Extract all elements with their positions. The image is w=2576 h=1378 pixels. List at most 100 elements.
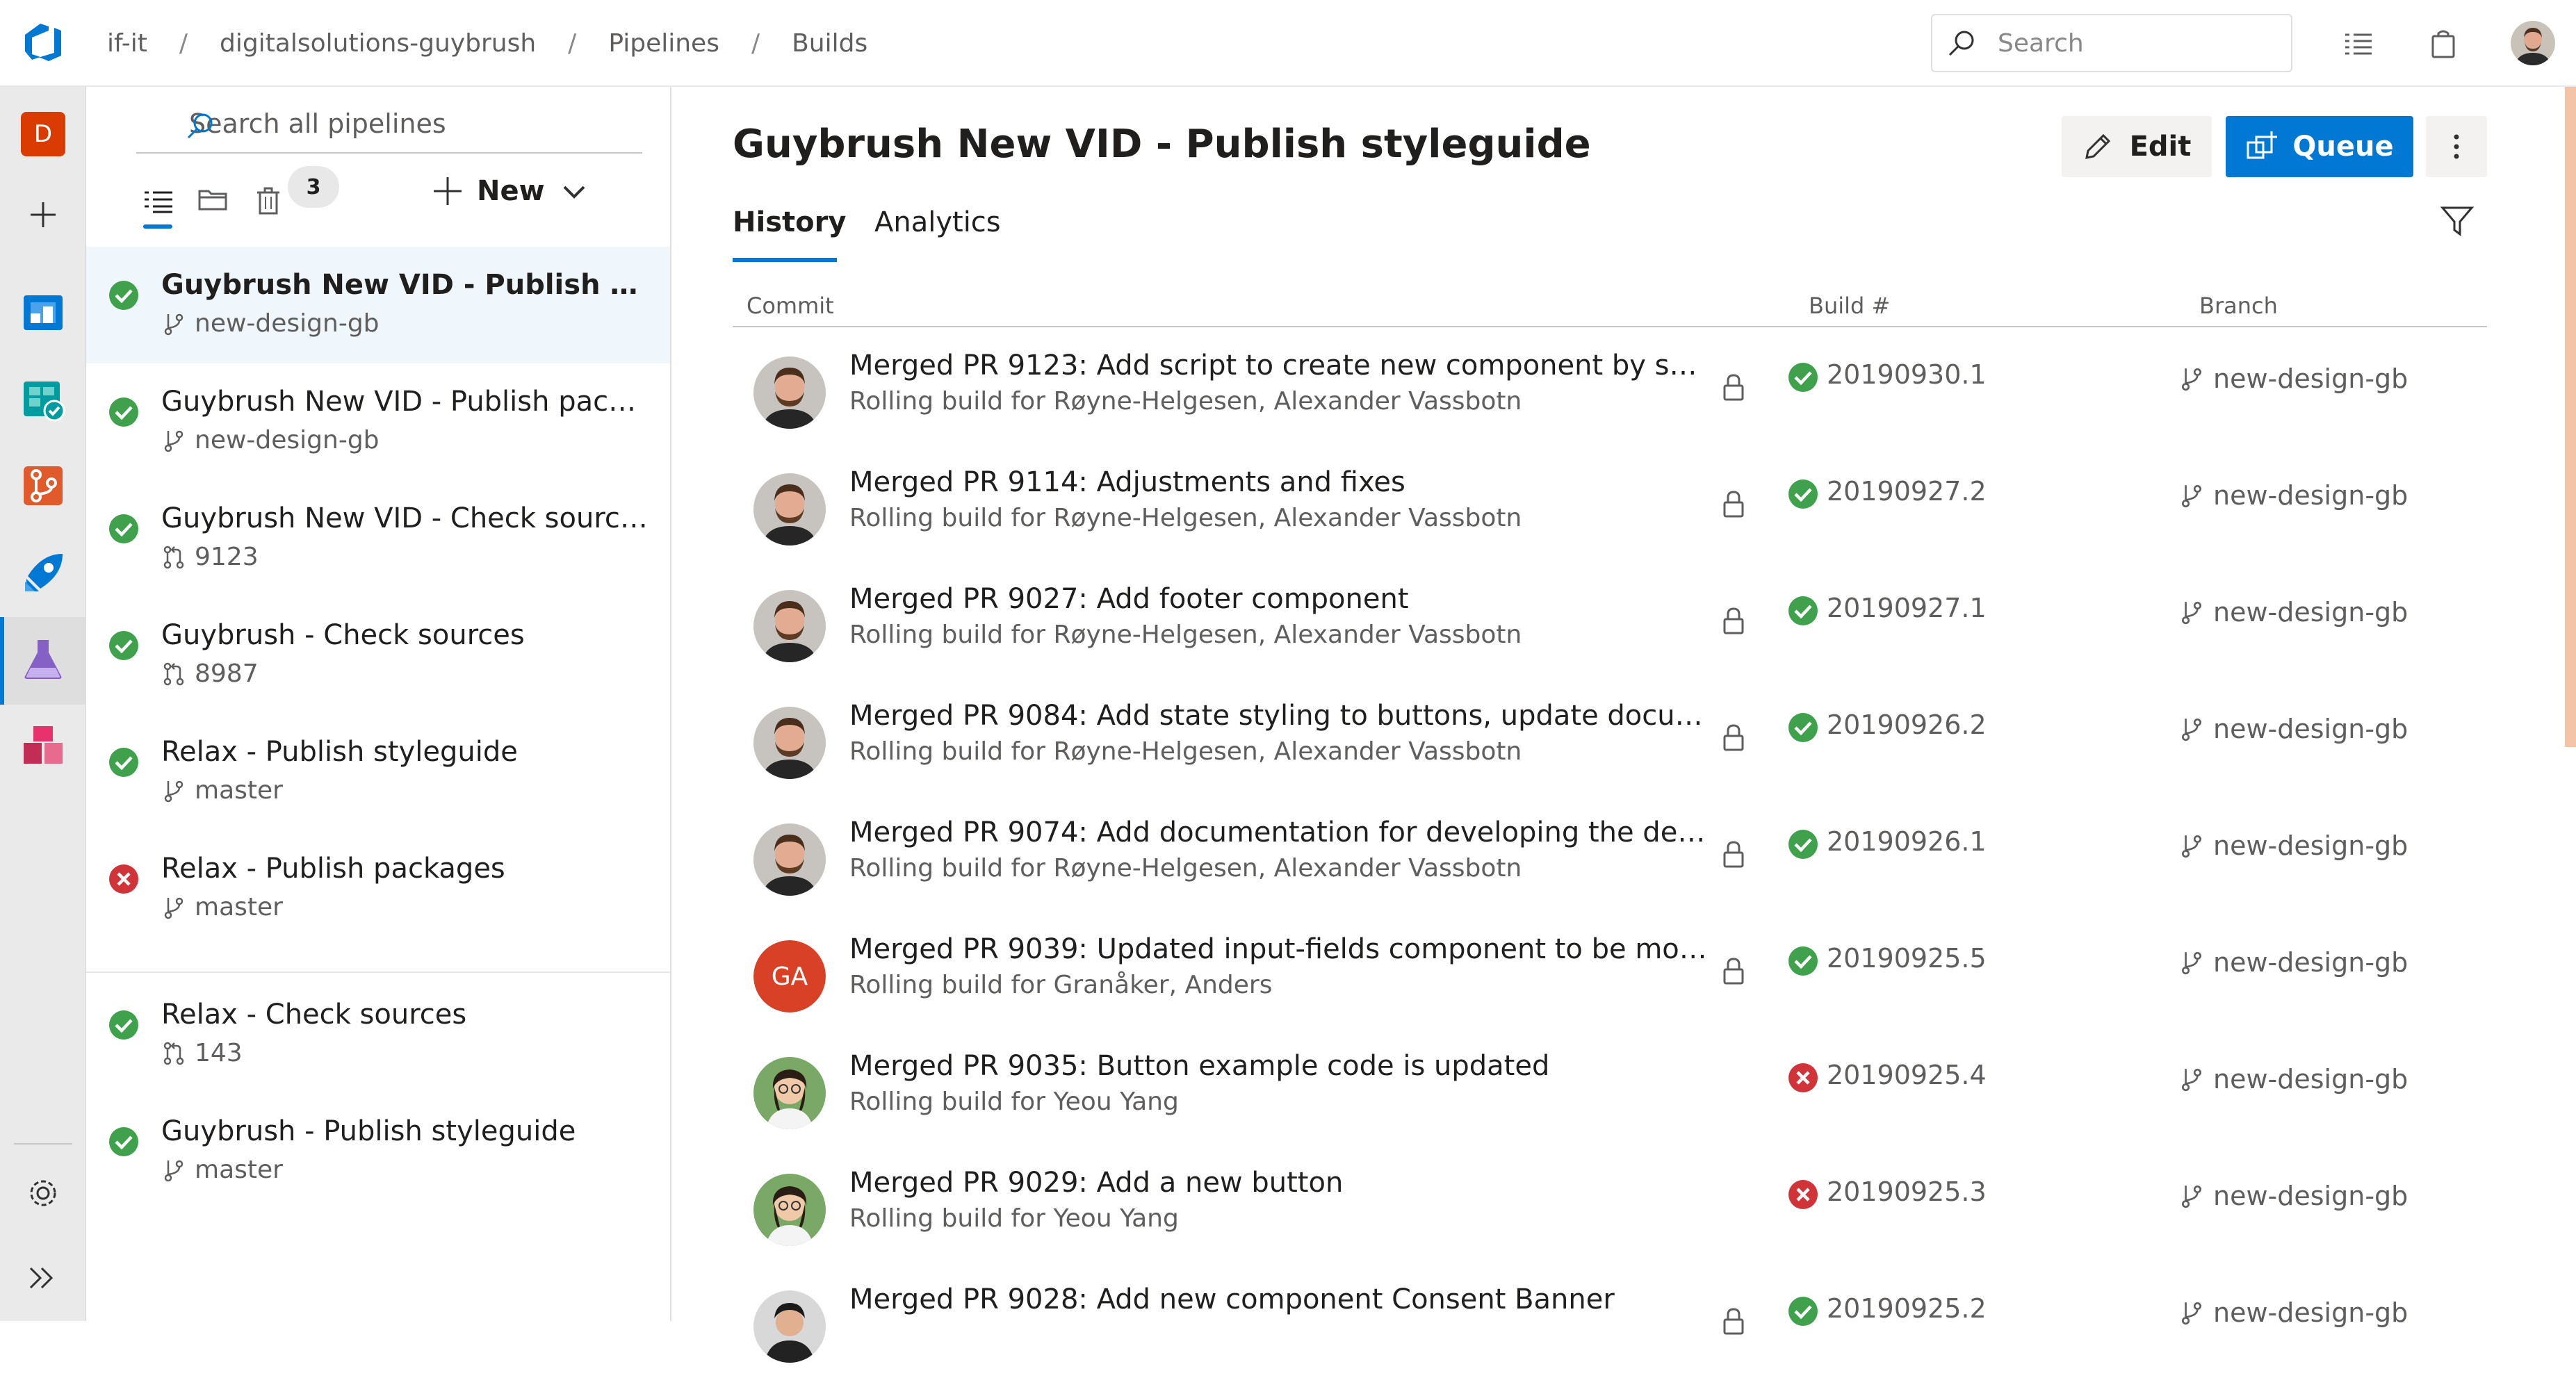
failed-x-icon bbox=[109, 864, 138, 894]
tab-analytics[interactable]: Analytics bbox=[874, 206, 1001, 238]
success-check-icon bbox=[1788, 479, 1818, 509]
pipelines-icon[interactable] bbox=[21, 551, 65, 596]
build-branch: new-design-gb bbox=[2178, 1297, 2408, 1328]
author-avatar bbox=[753, 356, 826, 429]
pipeline-ref: master bbox=[161, 893, 283, 921]
pipeline-list-item[interactable]: Guybrush - Check sources 8987 bbox=[86, 597, 670, 714]
boards-icon[interactable] bbox=[21, 290, 65, 334]
breadcrumb-project[interactable]: digitalsolutions-guybrush bbox=[220, 29, 536, 58]
global-search-input[interactable]: Search bbox=[1931, 14, 2292, 72]
chevron-down-icon bbox=[563, 186, 585, 199]
build-row[interactable]: Merged PR 9029: Add a new button Rolling … bbox=[733, 1145, 2487, 1261]
build-row[interactable]: Merged PR 9123: Add script to create new… bbox=[733, 327, 2487, 444]
build-reason: Rolling build for Granåker, Anders bbox=[849, 971, 1273, 999]
build-branch: new-design-gb bbox=[2178, 1064, 2408, 1094]
add-icon[interactable] bbox=[21, 192, 65, 237]
main-content: Guybrush New VID - Publish styleguide Ed… bbox=[671, 87, 2576, 1363]
pipeline-ref-label: master bbox=[195, 776, 283, 805]
build-row[interactable]: GA Merged PR 9039: Updated input-fields c… bbox=[733, 911, 2487, 1028]
build-number[interactable]: 20190926.2 bbox=[1827, 709, 1987, 740]
folder-view-icon[interactable] bbox=[197, 184, 228, 215]
search-icon bbox=[187, 113, 213, 139]
edit-button-label: Edit bbox=[2129, 131, 2192, 163]
retained-lock-icon bbox=[1718, 839, 1749, 869]
search-icon bbox=[1948, 31, 1974, 56]
user-avatar[interactable] bbox=[2511, 21, 2555, 65]
org-avatar[interactable]: D bbox=[21, 112, 65, 156]
list-view-icon[interactable] bbox=[143, 186, 174, 216]
breadcrumb-builds[interactable]: Builds bbox=[792, 29, 867, 58]
pipeline-list-item[interactable]: Guybrush New VID - Publish packages new-d… bbox=[86, 363, 670, 480]
pipeline-list-item[interactable]: Guybrush New VID - Check sources 9123 bbox=[86, 480, 670, 597]
page-scrollbar[interactable] bbox=[2565, 87, 2576, 747]
breadcrumb-pipelines[interactable]: Pipelines bbox=[608, 29, 719, 58]
branch-icon bbox=[2182, 951, 2201, 975]
build-reason: Rolling build for Yeou Yang bbox=[849, 1088, 1179, 1116]
build-branch: new-design-gb bbox=[2178, 1181, 2408, 1211]
build-branch-label: new-design-gb bbox=[2213, 714, 2408, 744]
column-commit[interactable]: Commit bbox=[747, 293, 834, 319]
repos-icon[interactable] bbox=[21, 464, 65, 508]
new-pipeline-button[interactable]: New bbox=[431, 163, 588, 219]
pipeline-ref: new-design-gb bbox=[161, 309, 380, 338]
breadcrumb-org[interactable]: if-it bbox=[107, 29, 147, 58]
work-items-list-icon[interactable] bbox=[2342, 28, 2374, 60]
filter-icon[interactable] bbox=[2440, 204, 2475, 238]
build-row[interactable]: Merged PR 9028: Add new component Consen… bbox=[733, 1261, 2487, 1378]
build-reason: Rolling build for Røyne-Helgesen, Alexan… bbox=[849, 621, 1522, 649]
pipelines-search-input[interactable]: Search all pipelines bbox=[136, 95, 642, 154]
pipeline-list-item[interactable]: Guybrush - Publish styleguide master bbox=[86, 1093, 670, 1210]
author-avatar bbox=[753, 707, 826, 779]
artifacts-icon[interactable] bbox=[21, 723, 65, 768]
pipeline-ref-label: 143 bbox=[195, 1039, 243, 1067]
tab-history[interactable]: History bbox=[733, 206, 846, 238]
author-avatar bbox=[753, 473, 826, 546]
column-build-number[interactable]: Build # bbox=[1809, 293, 1890, 319]
build-reason: Rolling build for Yeou Yang bbox=[849, 1204, 1179, 1233]
queue-button[interactable]: Queue bbox=[2226, 116, 2413, 177]
pipeline-list-item[interactable]: Relax - Publish styleguide master bbox=[86, 714, 670, 830]
build-row[interactable]: Merged PR 9074: Add documentation for de… bbox=[733, 794, 2487, 911]
build-row[interactable]: Merged PR 9035: Button example code is u… bbox=[733, 1028, 2487, 1145]
build-branch-label: new-design-gb bbox=[2213, 363, 2408, 394]
marketplace-bag-icon[interactable] bbox=[2427, 28, 2459, 60]
build-number[interactable]: 20190926.1 bbox=[1827, 826, 1987, 857]
pipeline-ref-label: master bbox=[195, 893, 283, 921]
build-number[interactable]: 20190925.2 bbox=[1827, 1293, 1987, 1324]
pipeline-name: Relax - Check sources bbox=[161, 999, 467, 1031]
build-branch-label: new-design-gb bbox=[2213, 597, 2408, 628]
build-number[interactable]: 20190925.5 bbox=[1827, 943, 1987, 974]
pipeline-list-item[interactable]: Guybrush New VID - Publish styleguide new… bbox=[86, 247, 670, 363]
column-branch[interactable]: Branch bbox=[2199, 293, 2278, 319]
commit-title: Merged PR 9035: Button example code is u… bbox=[849, 1050, 1550, 1082]
test-plans-check-icon[interactable] bbox=[21, 377, 65, 422]
pipeline-list-item[interactable]: Relax - Check sources 143 bbox=[86, 976, 670, 1093]
commit-title: Merged PR 9039: Updated input-fields com… bbox=[849, 933, 1711, 965]
pipeline-list-item[interactable]: Relax - Publish packages master bbox=[86, 830, 670, 947]
builds-table-header: Commit Build # Branch bbox=[733, 269, 2487, 327]
branch-icon bbox=[2182, 1068, 2201, 1092]
build-number[interactable]: 20190927.1 bbox=[1827, 593, 1987, 623]
commit-title: Merged PR 9027: Add footer component bbox=[849, 583, 1409, 615]
build-number[interactable]: 20190925.4 bbox=[1827, 1060, 1987, 1090]
test-plans-icon[interactable] bbox=[21, 637, 65, 682]
azure-devops-logo-icon[interactable] bbox=[21, 21, 65, 65]
build-branch: new-design-gb bbox=[2178, 947, 2408, 978]
pipeline-ref: master bbox=[161, 776, 283, 805]
build-number[interactable]: 20190925.3 bbox=[1827, 1176, 1987, 1207]
build-number[interactable]: 20190927.2 bbox=[1827, 476, 1987, 507]
success-check-icon bbox=[109, 1127, 138, 1156]
build-row[interactable]: Merged PR 9084: Add state styling to but… bbox=[733, 678, 2487, 794]
build-row[interactable]: Merged PR 9114: Adjustments and fixes Rol… bbox=[733, 444, 2487, 561]
pull-request-icon bbox=[163, 662, 184, 685]
build-branch-label: new-design-gb bbox=[2213, 1064, 2408, 1094]
list-view-tab-indicator bbox=[143, 224, 172, 229]
pipeline-ref-label: new-design-gb bbox=[195, 426, 380, 454]
more-actions-button[interactable] bbox=[2426, 116, 2487, 177]
edit-button[interactable]: Edit bbox=[2062, 116, 2212, 177]
deleted-trash-icon[interactable] bbox=[253, 186, 284, 216]
build-number[interactable]: 20190930.1 bbox=[1827, 359, 1987, 390]
expand-icon[interactable] bbox=[21, 1256, 65, 1300]
settings-icon[interactable] bbox=[21, 1171, 65, 1215]
build-row[interactable]: Merged PR 9027: Add footer component Roll… bbox=[733, 561, 2487, 678]
